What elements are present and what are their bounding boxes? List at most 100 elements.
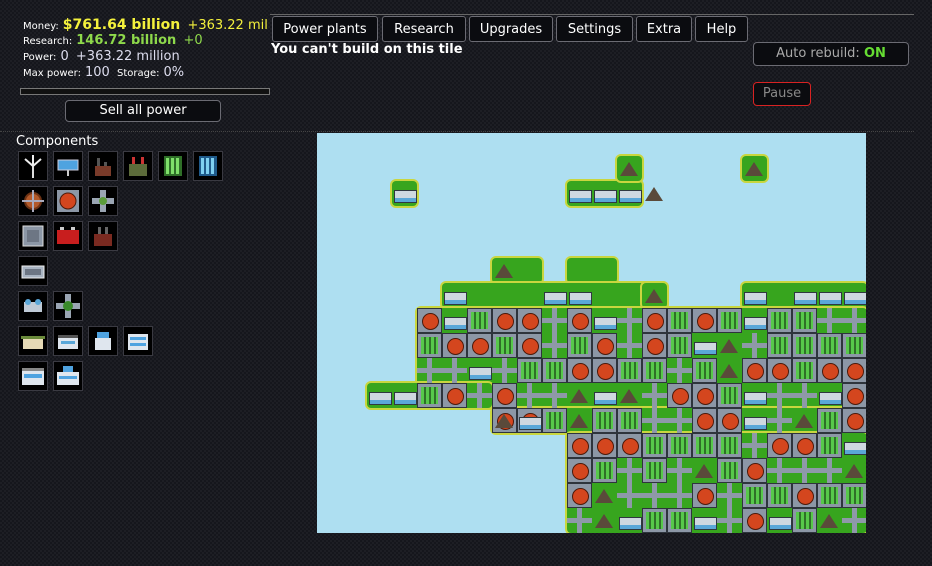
map-tile [617,333,642,358]
map-tile [567,508,592,533]
map-tile [717,358,742,383]
map-tile [592,383,617,408]
map-tile [692,308,717,333]
map-tile [517,333,542,358]
map-tile [692,383,717,408]
map-tile [692,408,717,433]
reactor-core-icon[interactable] [53,186,83,216]
bank-icon[interactable] [18,361,48,391]
map-tile [492,358,517,383]
power-value: 0 [60,49,69,64]
map-tile [592,333,617,358]
storage-label: Storage: [116,68,160,79]
tab-settings[interactable]: Settings [556,16,633,42]
map-tile [792,483,817,508]
heat-exchanger-icon[interactable] [18,186,48,216]
map-tile [467,383,492,408]
map-tile [792,333,817,358]
map-tile [517,383,542,408]
map-tile [692,433,717,458]
map-tile [742,283,767,308]
map-tile [417,383,442,408]
map-tile [617,433,642,458]
map-tile [592,358,617,383]
map-tile [617,408,642,433]
map-tile [742,383,767,408]
power-rate: +363.22 million [75,49,180,64]
map-tile [542,408,567,433]
generator-icon[interactable] [53,221,83,251]
map-tile [792,458,817,483]
research-center-icon[interactable] [53,361,83,391]
office-icon[interactable] [53,326,83,356]
apartment-icon[interactable] [123,326,153,356]
wind-turbine-icon[interactable] [18,151,48,181]
map-tile [592,508,617,533]
map-tile [717,483,742,508]
map-tile [742,308,767,333]
game-map[interactable] [317,133,866,533]
map-tile [817,483,842,508]
land-patch [567,258,617,283]
storage-icon[interactable] [18,256,48,286]
map-tile [692,508,717,533]
map-tile [517,358,542,383]
map-tile [642,433,667,458]
auto-rebuild-toggle[interactable]: Auto rebuild: ON [753,42,909,66]
map-tile [717,408,742,433]
map-tile [417,358,442,383]
map-tile [767,333,792,358]
sell-all-power-button[interactable]: Sell all power [65,100,221,122]
house-icon[interactable] [88,326,118,356]
solar-panel-icon[interactable] [53,151,83,181]
map-tile [667,433,692,458]
map-tile [767,308,792,333]
tab-help[interactable]: Help [695,16,748,42]
tab-extra[interactable]: Extra [636,16,692,42]
map-tile [667,308,692,333]
money-label: Money: [23,21,59,32]
map-tile [592,308,617,333]
map-tile [567,433,592,458]
stats-panel: Money:$761.64 billion +363.22 million Re… [23,17,268,81]
tab-power-plants[interactable]: Power plants [272,16,378,42]
map-tile [692,458,717,483]
auto-rebuild-label: Auto rebuild: [776,46,860,61]
map-tile [742,458,767,483]
map-tile [492,258,517,283]
map-tile [592,433,617,458]
heat-inlet-icon[interactable] [88,186,118,216]
gas-plant-icon[interactable] [123,151,153,181]
heat-vent-icon[interactable] [88,221,118,251]
components-title: Components [16,134,99,149]
fusion-plant-icon[interactable] [193,151,223,181]
battery-icon[interactable] [18,221,48,251]
pipe-junction-icon[interactable] [53,291,83,321]
money-row: Money:$761.64 billion +363.22 million [23,17,268,33]
pause-button[interactable]: Pause [753,82,811,106]
map-tile [642,408,667,433]
coal-plant-icon[interactable] [88,151,118,181]
map-tile [642,358,667,383]
water-pump-icon[interactable] [18,291,48,321]
power-row: Power: 0 +363.22 million [23,49,268,65]
small-office-icon[interactable] [18,326,48,356]
map-tile [617,358,642,383]
map-tile [667,483,692,508]
map-tile [567,283,592,308]
map-tile [592,408,617,433]
power-progress-bar [20,88,270,95]
map-tile [667,408,692,433]
map-tile [792,383,817,408]
map-tile [417,333,442,358]
map-tile [567,308,592,333]
tab-research[interactable]: Research [382,16,466,42]
map-tile [542,383,567,408]
map-tile [417,308,442,333]
tab-upgrades[interactable]: Upgrades [469,16,553,42]
map-tile [567,181,592,206]
map-tile [617,181,642,206]
nuclear-plant-icon[interactable] [158,151,188,181]
map-tile [717,333,742,358]
map-tile [817,433,842,458]
